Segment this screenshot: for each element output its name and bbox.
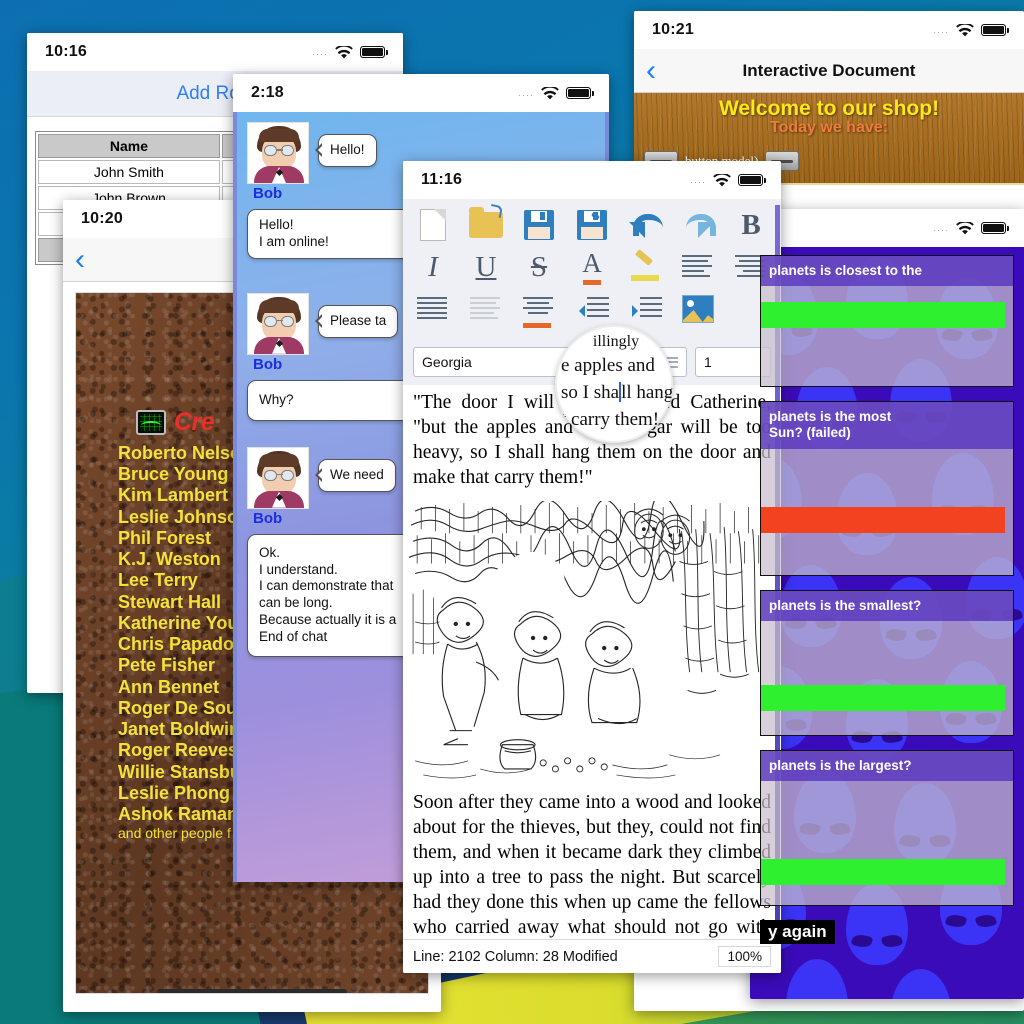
status-bar: .... — [750, 209, 1024, 247]
status-time: 2:18 — [251, 84, 284, 101]
save-icon[interactable] — [519, 207, 559, 243]
window-quiz-app[interactable]: .... planets is closest to the planets i… — [750, 209, 1024, 999]
signal-dots-icon: .... — [690, 174, 706, 185]
italic-label: I — [428, 250, 438, 283]
status-time: 10:16 — [45, 43, 87, 60]
message-bubble: Please ta — [314, 304, 399, 338]
quiz-question: planets is closest to the — [761, 256, 1013, 287]
bold-icon[interactable]: B — [731, 207, 771, 243]
message-bubble: We need — [315, 458, 396, 492]
align-left-icon[interactable] — [678, 249, 718, 285]
scrollbar-handle[interactable] — [157, 989, 347, 993]
loupe-line-2: e apples and — [561, 355, 655, 377]
battery-icon — [738, 174, 766, 186]
doc-navbar: ‹ Interactive Document — [634, 49, 1024, 93]
status-bar: 2:18 .... — [233, 74, 609, 112]
logo-text: Cre — [174, 408, 215, 436]
new-document-icon[interactable] — [413, 207, 453, 243]
strikethrough-icon[interactable]: S — [519, 249, 559, 285]
insert-image-icon[interactable] — [678, 291, 718, 327]
doc-subheading: Today we have: — [770, 119, 888, 136]
status-time: 11:16 — [421, 171, 463, 188]
answer-bar-failed[interactable] — [761, 506, 1005, 533]
battery-icon — [360, 46, 388, 58]
align-none-icon[interactable] — [466, 291, 506, 327]
back-chevron-icon[interactable]: ‹ — [75, 244, 85, 275]
wifi-icon — [956, 221, 974, 235]
underline-label: U — [475, 250, 497, 283]
wifi-icon — [956, 23, 974, 37]
woodcut-illustration — [409, 500, 775, 783]
oscilloscope-icon — [136, 410, 166, 435]
strike-label: S — [530, 250, 548, 283]
page-title: Interactive Document — [742, 60, 916, 80]
wifi-icon — [713, 173, 731, 187]
retry-button[interactable]: y again — [760, 919, 835, 944]
status-line-column: Line: 2102 Column: 28 Modified — [413, 948, 618, 965]
signal-dots-icon: .... — [312, 46, 328, 57]
battery-icon — [981, 222, 1009, 234]
cell-name[interactable]: John Smith — [38, 160, 220, 184]
signal-dots-icon: .... — [933, 222, 949, 233]
answer-bar-correct[interactable] — [761, 684, 1005, 711]
doc-heading: Welcome to our shop! — [718, 97, 940, 120]
open-folder-icon[interactable] — [466, 207, 506, 243]
zoom-level[interactable]: 100% — [718, 946, 771, 967]
loupe-line-3: so I sha ll hang — [561, 381, 673, 403]
battery-icon — [981, 24, 1009, 36]
quiz-card[interactable]: planets is the largest? — [760, 749, 1014, 906]
highlight-icon[interactable] — [625, 249, 665, 285]
editor-toolbar[interactable]: B I U S A — [403, 199, 781, 343]
align-center-icon[interactable] — [519, 291, 559, 328]
font-color-icon[interactable]: A — [572, 249, 612, 285]
wifi-icon — [541, 86, 559, 100]
status-time: 10:20 — [81, 210, 123, 227]
indent-decrease-icon[interactable] — [572, 291, 612, 327]
status-bar: 10:21 .... — [634, 11, 1024, 49]
answer-bar-correct[interactable] — [761, 302, 1005, 329]
undo-icon[interactable] — [625, 207, 665, 243]
signal-dots-icon: .... — [933, 24, 949, 35]
bold-label: B — [741, 208, 761, 241]
wifi-icon — [335, 45, 353, 59]
save-as-icon[interactable] — [572, 207, 612, 243]
quiz-card[interactable]: planets is the smallest? — [760, 589, 1014, 736]
underline-icon[interactable]: U — [466, 249, 506, 285]
quiz-card[interactable]: planets is the most Sun? (failed) — [760, 401, 1014, 576]
quiz-card[interactable]: planets is closest to the — [760, 255, 1014, 388]
quiz-question: planets is the most Sun? (failed) — [761, 402, 1013, 449]
window-text-editor[interactable]: 11:16 .... B I U S A Georgia 1 "The door… — [403, 161, 781, 973]
quiz-question: planets is the smallest? — [761, 590, 1013, 621]
indent-increase-icon[interactable] — [625, 291, 665, 327]
font-color-label: A — [582, 249, 602, 285]
battery-icon — [566, 87, 594, 99]
redo-icon[interactable] — [678, 207, 718, 243]
paragraph-text: Soon after they came into a wood and loo… — [413, 791, 771, 963]
message-bubble: Hello! — [315, 134, 377, 167]
back-chevron-icon[interactable]: ‹ — [646, 55, 656, 86]
editor-status-bar: Line: 2102 Column: 28 Modified 100% — [403, 939, 781, 973]
font-size-value: 1 — [704, 354, 712, 370]
status-time: 10:21 — [652, 21, 694, 38]
avatar — [247, 446, 309, 509]
column-header-name: Name — [38, 134, 220, 158]
status-bar: 11:16 .... — [403, 161, 781, 199]
align-justify-icon[interactable] — [413, 291, 453, 327]
answer-bar-correct[interactable] — [761, 858, 1005, 885]
italic-icon[interactable]: I — [413, 249, 453, 285]
avatar — [247, 292, 309, 355]
quiz-list[interactable]: planets is closest to the planets is the… — [750, 247, 1024, 999]
avatar — [247, 122, 309, 184]
font-family-value: Georgia — [422, 354, 472, 370]
signal-dots-icon: .... — [518, 87, 534, 98]
quiz-question: planets is the largest? — [761, 750, 1013, 781]
status-bar: 10:16 .... — [27, 33, 403, 71]
magnifier-loupe: illingly e apples and so I sha ll hang t … — [555, 325, 673, 443]
text-caret — [619, 381, 622, 402]
